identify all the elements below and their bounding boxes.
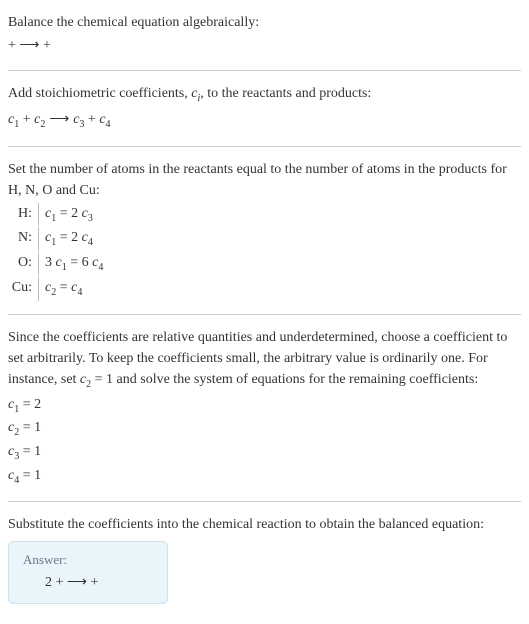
stoich-title-b: , to the reactants and products: xyxy=(200,86,371,101)
section-solve: Since the coefficients are relative quan… xyxy=(8,321,521,497)
cu-eq: = xyxy=(56,280,71,295)
sol-c1: c1 = 2 xyxy=(8,394,521,417)
sol-c3: c3 = 1 xyxy=(8,441,521,464)
section-stoich: Add stoichiometric coefficients, ci, to … xyxy=(8,77,521,142)
atom-row-o: O: 3 c1 = 6 c4 xyxy=(8,252,521,276)
n-rhs-s: 4 xyxy=(88,237,93,248)
sol-c2-eq: = 1 xyxy=(19,420,41,435)
answer-equation: 2 + ⟶ + xyxy=(23,574,153,591)
solve-para-b: = 1 and solve the system of equations fo… xyxy=(91,372,478,387)
stoich-arrow: ⟶ xyxy=(45,110,73,126)
h-eq: = 2 xyxy=(56,206,81,221)
sol-c3-eq: = 1 xyxy=(19,444,41,459)
balance-title: Balance the chemical equation algebraica… xyxy=(8,12,521,33)
stoich-equation: c1 + c2 ⟶ c3 + c4 xyxy=(8,108,521,132)
divider xyxy=(8,70,521,71)
section-balance-intro: Balance the chemical equation algebraica… xyxy=(8,6,521,66)
section-atom-balance: Set the number of atoms in the reactants… xyxy=(8,153,521,310)
o-lpre: 3 xyxy=(45,255,56,270)
sol-c2: c2 = 1 xyxy=(8,417,521,440)
atom-row-cu: Cu: c2 = c4 xyxy=(8,277,521,301)
divider xyxy=(8,501,521,502)
c4-s: 4 xyxy=(106,119,111,130)
solve-para: Since the coefficients are relative quan… xyxy=(8,327,521,392)
sol-c1-eq: = 2 xyxy=(19,397,41,412)
answer-label: Answer: xyxy=(23,552,153,568)
divider xyxy=(8,146,521,147)
atom-eq-cu: c2 = c4 xyxy=(45,277,82,301)
stoich-title-a: Add stoichiometric coefficients, xyxy=(8,86,191,101)
vline xyxy=(38,252,39,276)
o-rhs-s: 4 xyxy=(98,262,103,273)
divider xyxy=(8,314,521,315)
atom-label-o: O: xyxy=(8,252,32,276)
o-eq: = 6 xyxy=(67,255,92,270)
stoich-title: Add stoichiometric coefficients, ci, to … xyxy=(8,83,521,106)
atom-eq-n: c1 = 2 c4 xyxy=(45,227,93,251)
atom-eq-h: c1 = 2 c3 xyxy=(45,203,93,227)
unbalanced-equation: + ⟶ + xyxy=(8,35,521,56)
unbalanced-equation-text: + ⟶ + xyxy=(8,38,51,53)
atom-label-n: N: xyxy=(8,227,32,251)
atom-label-cu: Cu: xyxy=(8,277,32,301)
document-page: Balance the chemical equation algebraica… xyxy=(0,0,529,624)
atom-label-h: H: xyxy=(8,203,32,227)
h-rhs-s: 3 xyxy=(88,212,93,223)
atom-balance-title: Set the number of atoms in the reactants… xyxy=(8,159,521,201)
n-eq: = 2 xyxy=(56,230,81,245)
sol-c4-eq: = 1 xyxy=(19,468,41,483)
atom-eq-o: 3 c1 = 6 c4 xyxy=(45,252,103,276)
answer-equation-text: 2 + ⟶ + xyxy=(45,575,98,590)
vline xyxy=(38,277,39,301)
section-substitute: Substitute the coefficients into the che… xyxy=(8,508,521,612)
substitute-title: Substitute the coefficients into the che… xyxy=(8,514,521,535)
plus1: + xyxy=(19,112,34,127)
answer-box: Answer: 2 + ⟶ + xyxy=(8,541,168,604)
atom-row-h: H: c1 = 2 c3 xyxy=(8,203,521,227)
atom-row-n: N: c1 = 2 c4 xyxy=(8,227,521,251)
vline xyxy=(38,227,39,251)
plus2: + xyxy=(84,112,99,127)
cu-rhs-s: 4 xyxy=(77,287,82,298)
vline xyxy=(38,203,39,227)
sol-c4: c4 = 1 xyxy=(8,465,521,488)
